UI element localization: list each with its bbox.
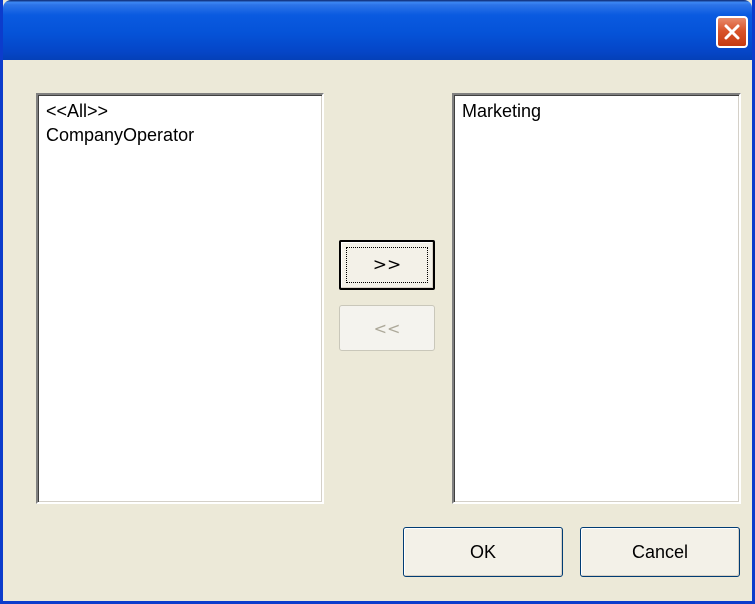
selected-items-list[interactable]: Marketing <box>452 93 741 504</box>
cancel-button[interactable]: Cancel <box>580 527 740 577</box>
remove-button[interactable]: << <box>339 305 435 351</box>
close-button[interactable] <box>716 16 748 48</box>
list-item-all[interactable]: <<All>> <box>38 99 322 123</box>
title-bar[interactable] <box>3 0 752 60</box>
add-button[interactable]: >> <box>339 240 435 290</box>
add-button-label: >> <box>346 247 428 283</box>
close-icon <box>723 23 741 41</box>
dialog-window: <<All>> CompanyOperator >> << Marketing … <box>0 0 755 604</box>
list-item-company-operator[interactable]: CompanyOperator <box>38 123 322 147</box>
available-items-list[interactable]: <<All>> CompanyOperator <box>36 93 324 504</box>
ok-button[interactable]: OK <box>403 527 563 577</box>
list-item-marketing[interactable]: Marketing <box>454 99 739 123</box>
